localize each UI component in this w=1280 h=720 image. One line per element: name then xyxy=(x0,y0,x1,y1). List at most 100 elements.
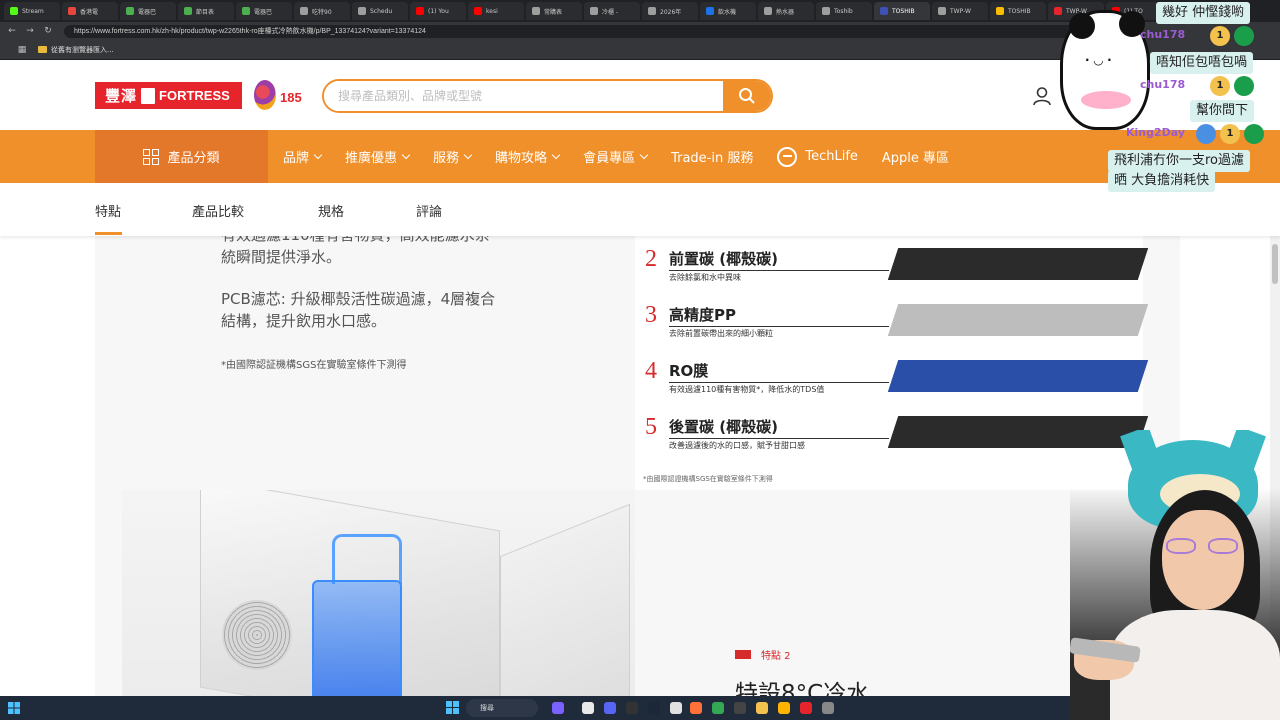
tab-comparison[interactable]: 產品比較 xyxy=(192,201,244,220)
browser-tab[interactable]: 2026年 xyxy=(642,2,698,20)
browser-tab[interactable]: 香港電 xyxy=(62,2,118,20)
app-icon[interactable] xyxy=(800,702,812,714)
tab-favicon-icon xyxy=(416,7,424,15)
layer-number: 4 xyxy=(645,358,657,384)
search-input[interactable] xyxy=(324,81,723,111)
browser-tab[interactable]: kesi xyxy=(468,2,524,20)
fortress-logo[interactable]: 豐澤 FORTRESS xyxy=(95,82,242,109)
steam-icon[interactable] xyxy=(648,702,660,714)
star-badge-icon xyxy=(1244,124,1264,144)
anniversary-logo: 185 xyxy=(254,80,306,112)
browser-tab[interactable]: 飲水機 xyxy=(700,2,756,20)
bookmark-import[interactable]: 從舊有瀏覽器匯入... xyxy=(38,45,114,55)
tab-favicon-icon xyxy=(10,7,18,15)
forward-arrow-icon[interactable]: → xyxy=(24,25,36,37)
browser-tab[interactable]: 常購表 xyxy=(526,2,582,20)
dispenser-side xyxy=(500,503,630,696)
tab-features[interactable]: 特點 xyxy=(95,201,121,220)
apps-grid-icon[interactable]: ▦ xyxy=(16,44,28,56)
reload-icon[interactable]: ↻ xyxy=(42,25,54,37)
nav-item-apple[interactable]: Apple 專區 xyxy=(882,147,949,166)
tab-favicon-icon xyxy=(68,7,76,15)
nav-menu: 品牌 推廣優惠 服務 購物攻略 會員專區 Trade-in 服務 TechLif… xyxy=(283,130,973,183)
windows-icon[interactable] xyxy=(8,702,20,714)
product-image xyxy=(122,490,635,696)
feature-title: 特設8°C冷水 xyxy=(735,681,870,696)
browser-tab[interactable]: 電器巴 xyxy=(236,2,292,20)
nav-item-label: 推廣優惠 xyxy=(345,151,398,166)
app-icon[interactable] xyxy=(552,702,564,714)
streamer-body xyxy=(1110,610,1280,720)
nav-item-techlife[interactable]: TechLife xyxy=(777,146,858,167)
tab-favicon-icon xyxy=(706,7,714,15)
tab-label: Schedu xyxy=(370,7,393,15)
nav-item-shopping-guide[interactable]: 購物攻略 xyxy=(495,147,561,166)
nav-item-brands[interactable]: 品牌 xyxy=(283,147,323,166)
layer-title: 前置碳 (椰殼碳) xyxy=(669,250,778,268)
search-button[interactable] xyxy=(723,81,771,111)
chrome-icon[interactable] xyxy=(712,702,724,714)
back-arrow-icon[interactable]: ← xyxy=(6,25,18,37)
browser-tab[interactable]: Stream xyxy=(4,2,60,20)
categories-label: 產品分類 xyxy=(167,151,220,166)
browser-tab[interactable]: TOSHIB xyxy=(990,2,1046,20)
scroll-thumb[interactable] xyxy=(1272,244,1278,284)
tab-label: kesi xyxy=(486,7,498,15)
app-icon[interactable] xyxy=(582,702,594,714)
nav-item-label: 品牌 xyxy=(283,151,310,166)
filter-slab xyxy=(887,248,1149,280)
nav-item-promotions[interactable]: 推廣優惠 xyxy=(345,147,411,166)
folder-icon[interactable] xyxy=(756,702,768,714)
tab-favicon-icon xyxy=(996,7,1004,15)
browser-tab[interactable]: (1) You xyxy=(410,2,466,20)
browser-tab[interactable]: TOSHIB xyxy=(874,2,930,20)
tree-icon xyxy=(254,80,276,110)
app-icon[interactable] xyxy=(670,702,682,714)
nav-item-services[interactable]: 服務 xyxy=(433,147,473,166)
mascot-cheek xyxy=(1081,91,1131,109)
app-icon[interactable] xyxy=(822,702,834,714)
tab-label: TOSHIB xyxy=(892,7,915,15)
tab-favicon-icon xyxy=(822,7,830,15)
streamer-webcam xyxy=(1070,430,1280,720)
nav-item-label: Apple 專區 xyxy=(881,151,950,166)
nav-item-members[interactable]: 會員專區 xyxy=(583,147,649,166)
browser-tab[interactable]: 電器巴 xyxy=(120,2,176,20)
taskbar-search[interactable]: 搜尋 xyxy=(466,699,538,717)
tab-specs[interactable]: 規格 xyxy=(318,201,344,220)
chat-message: 幫你問下 xyxy=(1190,100,1255,122)
browser-tab[interactable]: 冷櫃 - xyxy=(584,2,640,20)
active-tab-indicator xyxy=(95,232,122,235)
chevron-down-icon xyxy=(401,150,411,159)
browser-tab[interactable]: TWP-W xyxy=(932,2,988,20)
browser-tab[interactable]: Schedu xyxy=(352,2,408,20)
tab-label: 冷櫃 - xyxy=(602,8,619,16)
divider xyxy=(669,326,889,327)
browser-tab[interactable]: 吃特90 xyxy=(294,2,350,20)
nav-item-trade-in[interactable]: Trade-in 服務 xyxy=(671,147,753,166)
tab-label: 飲水機 xyxy=(718,8,737,16)
chevron-down-icon xyxy=(463,150,473,159)
browser-tab[interactable]: 熱水器 xyxy=(758,2,814,20)
tab-favicon-icon xyxy=(648,7,656,15)
firefox-icon[interactable] xyxy=(690,702,702,714)
mascot-face: · ◡ · xyxy=(1085,53,1112,67)
feature-marker xyxy=(735,650,751,659)
obs-icon[interactable] xyxy=(626,702,638,714)
browser-tab[interactable]: Toshib xyxy=(816,2,872,20)
account-icon[interactable] xyxy=(1032,86,1052,106)
panda-mascot: · ◡ · xyxy=(1060,10,1150,130)
layer-number: 5 xyxy=(645,414,657,440)
tab-reviews[interactable]: 評論 xyxy=(416,201,442,220)
tab-label: TOSHIB xyxy=(1008,7,1031,15)
star-badge-icon xyxy=(1234,76,1254,96)
url-input[interactable]: https://www.fortress.com.hk/zh-hk/produc… xyxy=(64,24,1104,38)
layer-desc: 去除前置碳帶出來的細小顆粒 xyxy=(669,329,773,338)
chat-username: chu178 xyxy=(1140,28,1186,41)
start-icon[interactable] xyxy=(446,701,459,714)
app-icon[interactable] xyxy=(778,702,790,714)
app-icon[interactable] xyxy=(734,702,746,714)
discord-icon[interactable] xyxy=(604,702,616,714)
browser-tab[interactable]: 節目表 xyxy=(178,2,234,20)
product-categories-button[interactable]: 產品分類 xyxy=(95,130,268,183)
